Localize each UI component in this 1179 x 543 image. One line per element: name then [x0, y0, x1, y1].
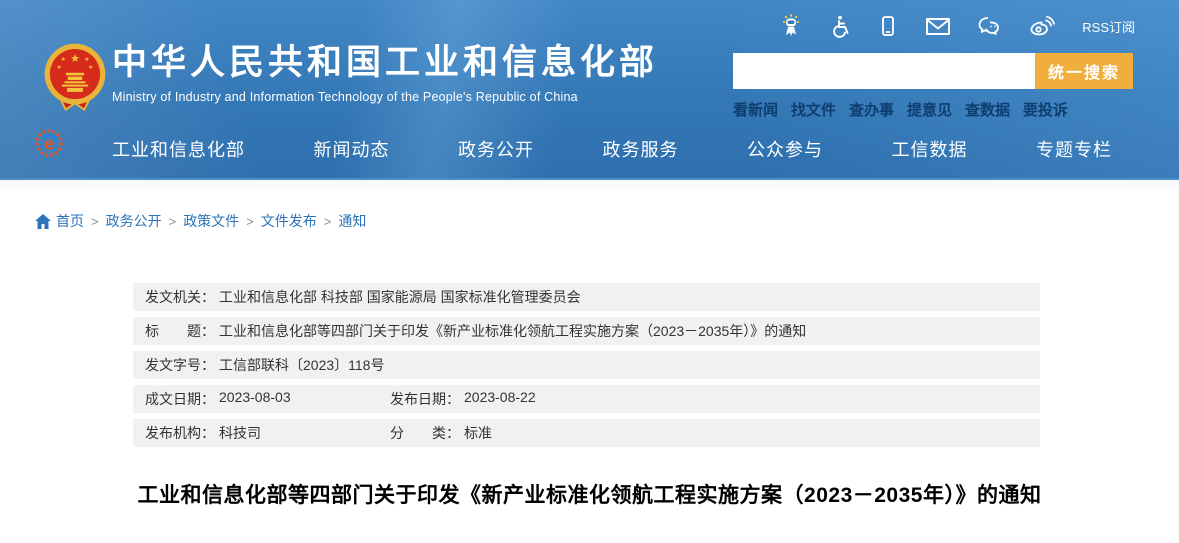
nav-item-services[interactable]: 政务服务: [603, 136, 679, 162]
page-content: 首页 > 政务公开 > 政策文件 > 文件发布 > 通知 发文机关： 工业和信息…: [0, 180, 1179, 509]
nav-item-miit[interactable]: 工业和信息化部: [112, 136, 245, 162]
breadcrumb-separator: >: [169, 214, 177, 229]
meta-cell: 发文机关： 工业和信息化部 科技部 国家能源局 国家标准化管理委员会: [145, 287, 581, 307]
mail-link[interactable]: [924, 14, 952, 38]
quick-link-data[interactable]: 查数据: [965, 99, 1010, 120]
svg-text:★: ★: [84, 56, 89, 63]
gear-e-logo-icon: e: [34, 128, 64, 158]
utility-bar: RSS订阅: [778, 13, 1135, 39]
site-name-en: Ministry of Industry and Information Tec…: [112, 90, 658, 104]
meta-label: 分 类：: [390, 423, 460, 443]
meta-row-dates: 成文日期： 2023-08-03 发布日期： 2023-08-22: [133, 385, 1040, 413]
quick-link-affairs[interactable]: 查办事: [849, 99, 894, 120]
mobile-link[interactable]: [876, 14, 900, 38]
meta-value: 标准: [464, 423, 492, 443]
weibo-link[interactable]: [1028, 14, 1056, 38]
meta-row-issuing-agency: 发文机关： 工业和信息化部 科技部 国家能源局 国家标准化管理委员会: [133, 283, 1040, 311]
site-name-cn: 中华人民共和国工业和信息化部: [112, 44, 658, 83]
rss-link[interactable]: RSS订阅: [1080, 17, 1135, 36]
main-nav: 工业和信息化部 新闻动态 政务公开 政务服务 公众参与 工信数据 专题专栏: [112, 136, 1112, 162]
breadcrumb-separator: >: [324, 214, 332, 229]
breadcrumb-item-home[interactable]: 首页: [35, 211, 84, 231]
meta-value: 2023-08-22: [464, 389, 536, 409]
nav-item-news[interactable]: 新闻动态: [314, 136, 390, 162]
svg-text:★: ★: [60, 56, 65, 63]
breadcrumb-home-label: 首页: [56, 211, 84, 231]
breadcrumb-separator: >: [246, 214, 254, 229]
mobile-icon: [876, 14, 900, 38]
ai-assistant-link[interactable]: [778, 13, 804, 39]
meta-cell: 发布日期： 2023-08-22: [390, 389, 536, 409]
weibo-icon: [1028, 14, 1056, 38]
meta-value: 工业和信息化部等四部门关于印发《新产业标准化领航工程实施方案（2023－2035…: [219, 321, 806, 341]
nav-item-disclosure[interactable]: 政务公开: [458, 136, 534, 162]
quick-link-suggestions[interactable]: 提意见: [907, 99, 952, 120]
search-area: 统一搜索 看新闻 找文件 查办事 提意见 查数据 要投诉: [733, 53, 1135, 120]
meta-label: 发文字号：: [145, 355, 215, 375]
document-meta-table: 发文机关： 工业和信息化部 科技部 国家能源局 国家标准化管理委员会 标 题： …: [133, 283, 1040, 447]
meta-label: 发文机关：: [145, 287, 215, 307]
meta-label: 标 题：: [145, 321, 215, 341]
ai-assistant-icon: [778, 13, 804, 39]
home-icon: [35, 214, 51, 229]
meta-value: 2023-08-03: [219, 389, 291, 409]
breadcrumb-item-policy-docs[interactable]: 政策文件: [183, 211, 239, 231]
quick-link-complaints[interactable]: 要投诉: [1023, 99, 1068, 120]
wechat-link[interactable]: [976, 14, 1004, 38]
meta-cell: 成文日期： 2023-08-03: [145, 389, 390, 409]
nav-item-data[interactable]: 工信数据: [892, 136, 968, 162]
quick-link-documents[interactable]: 找文件: [791, 99, 836, 120]
quick-link-news[interactable]: 看新闻: [733, 99, 778, 120]
meta-label: 成文日期：: [145, 389, 215, 409]
document-title: 工业和信息化部等四部门关于印发《新产业标准化领航工程实施方案（2023－2035…: [0, 479, 1179, 509]
meta-label: 发布机构：: [145, 423, 215, 443]
accessibility-icon: [828, 14, 852, 38]
meta-cell: 发文字号： 工信部联科〔2023〕118号: [145, 355, 384, 375]
meta-row-publisher-category: 发布机构： 科技司 分 类： 标准: [133, 419, 1040, 447]
meta-row-doc-number: 发文字号： 工信部联科〔2023〕118号: [133, 351, 1040, 379]
meta-cell: 分 类： 标准: [390, 423, 492, 443]
meta-label: 发布日期：: [390, 389, 460, 409]
wechat-icon: [976, 14, 1004, 38]
meta-value: 工信部联科〔2023〕118号: [219, 355, 384, 375]
quick-links: 看新闻 找文件 查办事 提意见 查数据 要投诉: [733, 99, 1068, 120]
svg-text:★: ★: [88, 64, 93, 71]
breadcrumb-item-notice[interactable]: 通知: [338, 211, 366, 231]
breadcrumb-item-disclosure[interactable]: 政务公开: [106, 211, 162, 231]
breadcrumb-separator: >: [91, 214, 99, 229]
meta-value: 工业和信息化部 科技部 国家能源局 国家标准化管理委员会: [219, 287, 581, 307]
breadcrumb: 首页 > 政务公开 > 政策文件 > 文件发布 > 通知: [0, 180, 1179, 231]
nav-item-participation[interactable]: 公众参与: [747, 136, 823, 162]
unified-search-button[interactable]: 统一搜索: [1035, 53, 1133, 89]
search-input[interactable]: [733, 53, 1035, 89]
svg-text:★: ★: [56, 64, 61, 71]
rss-label: RSS订阅: [1082, 17, 1135, 36]
mail-icon: [924, 14, 952, 38]
accessibility-link[interactable]: [828, 14, 852, 38]
nav-item-topics[interactable]: 专题专栏: [1036, 136, 1112, 162]
site-title-block: 中华人民共和国工业和信息化部 Ministry of Industry and …: [112, 44, 658, 104]
site-header: RSS订阅 ★ ★ ★ ★ ★ 中华人民共和国工业和信息化部 Ministry …: [0, 0, 1179, 180]
meta-cell: 发布机构： 科技司: [145, 423, 390, 443]
meta-cell: 标 题： 工业和信息化部等四部门关于印发《新产业标准化领航工程实施方案（2023…: [145, 321, 806, 341]
breadcrumb-item-doc-release[interactable]: 文件发布: [261, 211, 317, 231]
meta-row-title: 标 题： 工业和信息化部等四部门关于印发《新产业标准化领航工程实施方案（2023…: [133, 317, 1040, 345]
national-emblem-icon: ★ ★ ★ ★ ★: [42, 42, 108, 114]
meta-value: 科技司: [219, 423, 261, 443]
svg-text:★: ★: [70, 53, 80, 65]
